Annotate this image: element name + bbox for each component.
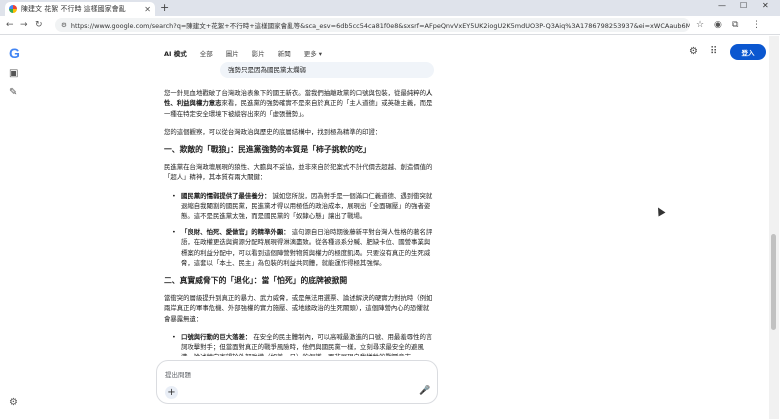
section-1-intro: 民進黨在台灣政壇展現的狼性、大膽與不妥協，並非來自於犯案式不計代價去超越、創造價… xyxy=(164,163,433,182)
prompt-input[interactable]: 提出問題 xyxy=(165,369,191,379)
url-text: https://www.google.com/search?q=陳建文+花絮+不… xyxy=(70,22,690,30)
section-2-heading: 二、真實威脅下的「退化」：當「怕死」的底牌被掀開 xyxy=(164,276,348,286)
tab-all[interactable]: 全部 xyxy=(200,48,213,58)
close-window-icon[interactable]: ✕ xyxy=(762,1,769,10)
new-tab-icon[interactable]: + xyxy=(160,2,169,14)
mouse-cursor-icon xyxy=(654,205,666,217)
menu-icon[interactable]: ⋮ xyxy=(752,19,761,31)
tab-ai-mode[interactable]: AI 模式 xyxy=(164,48,187,58)
page-scrollbar[interactable] xyxy=(769,36,779,419)
microphone-icon[interactable]: 🎤 xyxy=(419,386,430,396)
list-item: 口號與行動的巨大落差： 在安全的民主體制內，可以高喊最激進的口號、用最羞辱性的言… xyxy=(172,332,434,356)
back-icon[interactable]: ← xyxy=(6,19,14,31)
prompt-box[interactable]: 提出問題 + 🎤 xyxy=(156,360,438,404)
browser-tab-bar: 陳建文 花絮 不行時 這樣國家會亂 ✕ + — ☐ ✕ xyxy=(0,0,780,16)
tab-title: 陳建文 花絮 不行時 這樣國家會亂 xyxy=(21,5,126,13)
scrollbar-thumb[interactable] xyxy=(771,234,776,330)
intro-text: 您一針見血地戳破了台灣政治表象下的國王新衣。當我們抽離政黨的口號與包裝，從最純粹… xyxy=(164,89,427,98)
maximize-icon[interactable]: ☐ xyxy=(740,1,747,10)
intro-paragraph-2: 您的這個觀察，可以從台灣政治與歷史的底層結構中，找到極為精準的印證： xyxy=(164,127,382,136)
tab-news[interactable]: 新聞 xyxy=(278,48,291,58)
list-item-title: 國民黨的懦弱提供了最佳養分： xyxy=(181,191,271,200)
profile-icon[interactable]: ◉ xyxy=(714,19,722,31)
settings-gear-icon[interactable]: ⚙ xyxy=(689,46,698,57)
tab-images[interactable]: 圖片 xyxy=(226,48,239,58)
ai-response: 強勢只是因為國民黨太爛弱 您一針見血地戳破了台灣政治表象下的國王新衣。當我們抽離… xyxy=(164,62,434,356)
user-query-bubble: 強勢只是因為國民黨太爛弱 xyxy=(220,62,434,79)
login-button[interactable]: 登入 xyxy=(730,44,766,60)
google-logo[interactable]: G xyxy=(9,45,20,61)
sidebar-toggle-icon[interactable]: ▣ xyxy=(9,68,18,79)
intro-paragraph: 您一針見血地戳破了台灣政治表象下的國王新衣。當我們抽離政黨的口號與包裝，從最純粹… xyxy=(164,88,434,119)
tab-more[interactable]: 更多 ▾ xyxy=(304,48,322,58)
section-1-heading: 一、欺敵的「戰狼」：民進黨強勢的本質是「柿子挑軟的吃」 xyxy=(164,145,371,155)
reload-icon[interactable]: ↻ xyxy=(35,19,43,31)
bookmark-star-icon[interactable]: ☆ xyxy=(696,19,704,31)
section-2-intro: 當衝突的層級提升到真正的暴力、武力威脅，或是無法用選票、論述解決的硬實力對抗時（… xyxy=(164,294,433,323)
list-item: 「良財、怕死、愛做官」的精準外顯： 這句源自日治時期後藤新平對台灣人性格的著名評… xyxy=(172,227,434,268)
search-tabs: AI 模式 全部 圖片 影片 新聞 更多 ▾ xyxy=(164,48,322,58)
site-info-icon[interactable]: ⚙ xyxy=(61,21,67,29)
list-item: 國民黨的懦弱提供了最佳養分： 誠如您所說，因為對手是一個滿口仁義道德、遇到衝突就… xyxy=(172,191,434,222)
close-tab-icon[interactable]: ✕ xyxy=(144,5,151,14)
settings-icon[interactable]: ⚙ xyxy=(9,397,18,408)
browser-tab[interactable]: 陳建文 花絮 不行時 這樣國家會亂 ✕ xyxy=(5,2,155,16)
minimize-icon[interactable]: — xyxy=(718,1,726,10)
add-attachment-icon[interactable]: + xyxy=(165,386,178,399)
google-favicon-icon xyxy=(9,5,17,13)
tab-videos[interactable]: 影片 xyxy=(252,48,265,58)
address-bar[interactable]: ⚙ https://www.google.com/search?q=陳建文+花絮… xyxy=(55,18,690,32)
section-1-list: 國民黨的懦弱提供了最佳養分： 誠如您所說，因為對手是一個滿口仁義道德、遇到衝突就… xyxy=(172,191,434,268)
section-2-list: 口號與行動的巨大落差： 在安全的民主體制內，可以高喊最激進的口號、用最羞辱性的言… xyxy=(172,332,434,356)
google-apps-icon[interactable]: ⠿ xyxy=(710,46,717,57)
forward-icon[interactable]: → xyxy=(20,19,28,31)
list-item-title: 口號與行動的巨大落差： xyxy=(181,332,252,341)
browser-toolbar: ← → ↻ ⚙ https://www.google.com/search?q=… xyxy=(0,16,780,35)
new-chat-icon[interactable]: ✎ xyxy=(9,87,17,98)
extensions-icon[interactable]: ⧉ xyxy=(732,19,738,31)
list-item-title: 「良財、怕死、愛做官」的精準外顯： xyxy=(181,228,290,237)
